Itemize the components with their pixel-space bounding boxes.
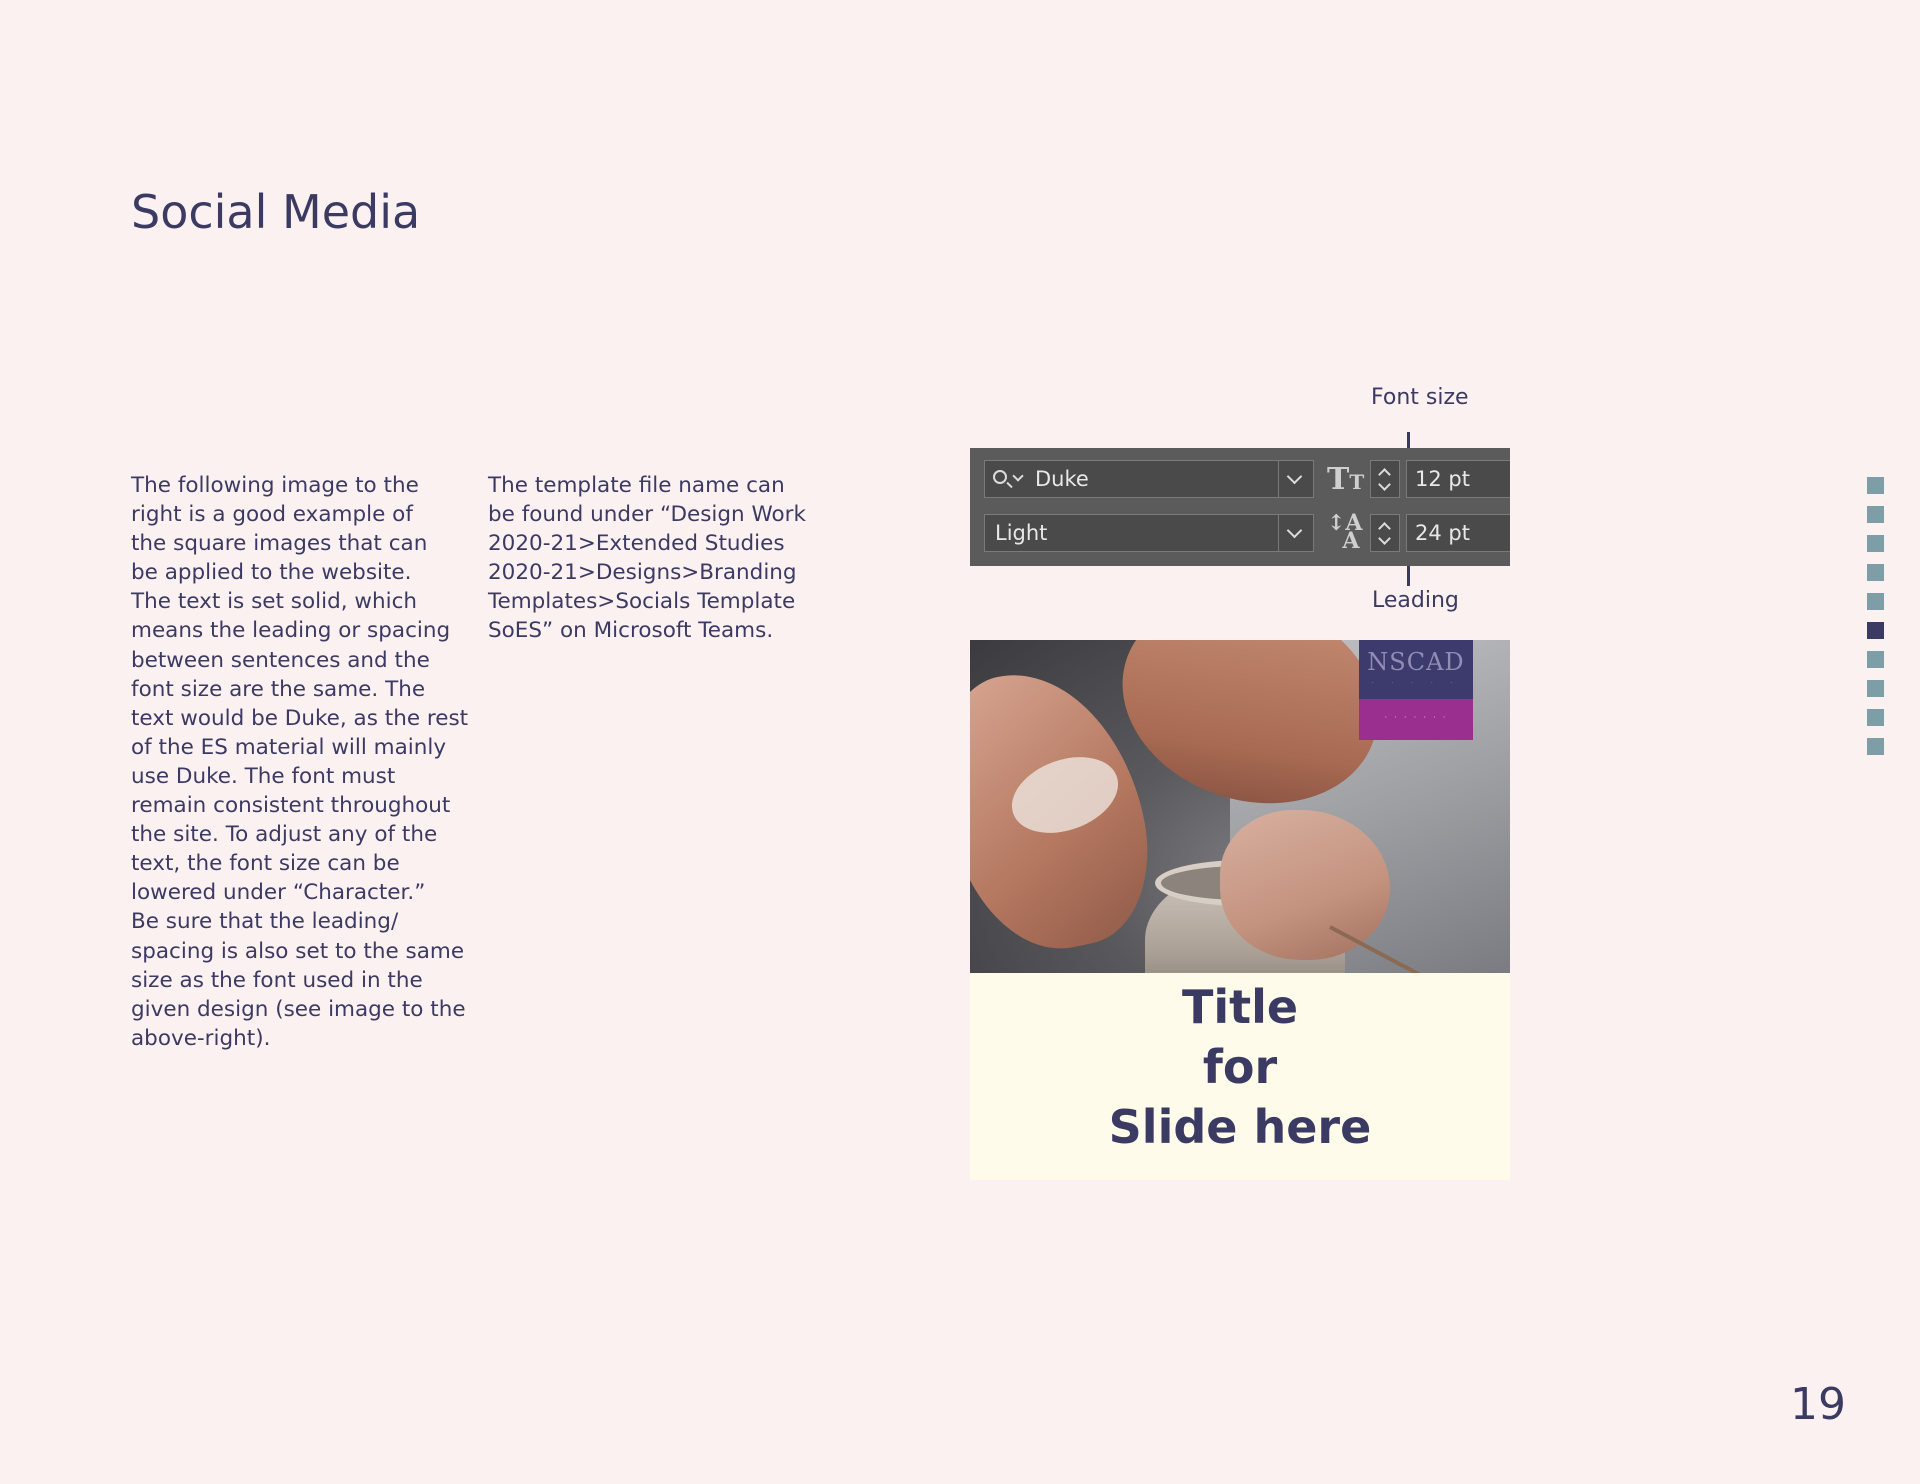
body-text-line: spacing is also set to the same bbox=[131, 938, 465, 964]
body-text-line: The following image to the bbox=[131, 473, 419, 498]
body-text-line: the site. To adjust any of the bbox=[131, 822, 438, 848]
page-nav-marker[interactable] bbox=[1867, 680, 1884, 697]
body-text-line: text, the font size can be bbox=[131, 851, 400, 877]
search-icon bbox=[993, 470, 1007, 484]
body-text-line: be applied to the website. bbox=[131, 560, 412, 586]
body-text-line: size as the font used in the bbox=[131, 967, 423, 993]
page-number: 19 bbox=[1790, 1379, 1846, 1430]
font-style-field[interactable]: Light bbox=[984, 514, 1314, 552]
body-text-line: between sentences and the bbox=[131, 647, 430, 673]
body-text-line: Be sure that the leading/ bbox=[131, 909, 399, 935]
body-text-line: right is a good example of bbox=[131, 502, 413, 528]
page-title: Social Media bbox=[131, 185, 421, 239]
body-text-line: The text is set solid, which bbox=[131, 589, 418, 615]
slide-title-line: Title bbox=[1181, 980, 1299, 1034]
leading-callout: Leading bbox=[1372, 588, 1459, 613]
body-text-line: font size are the same. The bbox=[131, 676, 426, 702]
font-family-field[interactable]: Duke bbox=[984, 460, 1314, 498]
font-size-input[interactable]: 12 pt bbox=[1406, 460, 1510, 498]
font-size-stepper[interactable] bbox=[1370, 460, 1400, 498]
body-text-line: use Duke. The font must bbox=[131, 763, 396, 789]
leading-callout-line bbox=[1407, 566, 1410, 586]
font-size-callout: Font size bbox=[1371, 385, 1469, 410]
chevron-down-icon bbox=[1378, 478, 1391, 491]
chevron-down-icon bbox=[1286, 468, 1303, 485]
leading-icon: ↕A A bbox=[1327, 510, 1363, 554]
page-nav-marker[interactable] bbox=[1867, 593, 1884, 610]
body-text-line: lowered under “Character.” bbox=[131, 880, 426, 906]
body-text-line: 2020-21>Designs>Branding bbox=[488, 560, 797, 586]
slide-title-line: Slide here bbox=[1108, 1100, 1372, 1154]
page-nav-marker[interactable] bbox=[1867, 477, 1884, 494]
body-text-line: The template file name can bbox=[488, 473, 785, 498]
body-text-line: given design (see image to the bbox=[131, 996, 466, 1022]
body-text-line: the square images that can bbox=[131, 531, 428, 557]
chevron-down-icon bbox=[1286, 522, 1303, 539]
font-family-dropdown[interactable] bbox=[1278, 461, 1313, 497]
font-style-value: Light bbox=[995, 521, 1048, 545]
body-column-1: The following image to the right is a go… bbox=[131, 471, 481, 1053]
body-text-line: SoES” on Microsoft Teams. bbox=[488, 618, 774, 644]
page-nav-marker[interactable] bbox=[1867, 651, 1884, 668]
body-text-line: remain consistent throughout bbox=[131, 793, 451, 819]
page-nav-marker[interactable] bbox=[1867, 738, 1884, 755]
font-size-icon: TT bbox=[1327, 462, 1365, 497]
body-text-line: above-right). bbox=[131, 1025, 271, 1051]
body-text-line: of the ES material will mainly bbox=[131, 734, 447, 760]
page-nav-marker[interactable] bbox=[1867, 709, 1884, 726]
font-family-value: Duke bbox=[1035, 467, 1089, 491]
page-nav-marker-active[interactable] bbox=[1867, 622, 1884, 639]
body-text-line: be found under “Design Work bbox=[488, 502, 806, 528]
page-nav-marker[interactable] bbox=[1867, 564, 1884, 581]
leading-input[interactable]: 24 pt bbox=[1406, 514, 1510, 552]
accent-block: · · · · · · · bbox=[1359, 699, 1473, 740]
leading-stepper[interactable] bbox=[1370, 514, 1400, 552]
body-column-2: The template file name can be found unde… bbox=[488, 471, 838, 646]
character-panel: Duke Light TT ↕A A 12 pt 24 pt bbox=[970, 448, 1510, 566]
body-text-line: Templates>Socials Template bbox=[488, 589, 796, 615]
body-text-line: text would be Duke, as the rest bbox=[131, 705, 469, 731]
chevron-down-icon bbox=[1378, 532, 1391, 545]
social-post-example: NSCAD · · · · · · · · · · · · Title for … bbox=[970, 640, 1510, 1180]
body-text-line: means the leading or spacing bbox=[131, 618, 451, 644]
slide-title: Title for Slide here bbox=[970, 977, 1510, 1157]
page-nav-marker[interactable] bbox=[1867, 535, 1884, 552]
font-style-dropdown[interactable] bbox=[1278, 515, 1313, 551]
page-nav-marker[interactable] bbox=[1867, 506, 1884, 523]
slide-title-line: for bbox=[1202, 1040, 1278, 1094]
chevron-down-icon bbox=[1012, 470, 1024, 482]
body-text-line: 2020-21>Extended Studies bbox=[488, 531, 785, 557]
